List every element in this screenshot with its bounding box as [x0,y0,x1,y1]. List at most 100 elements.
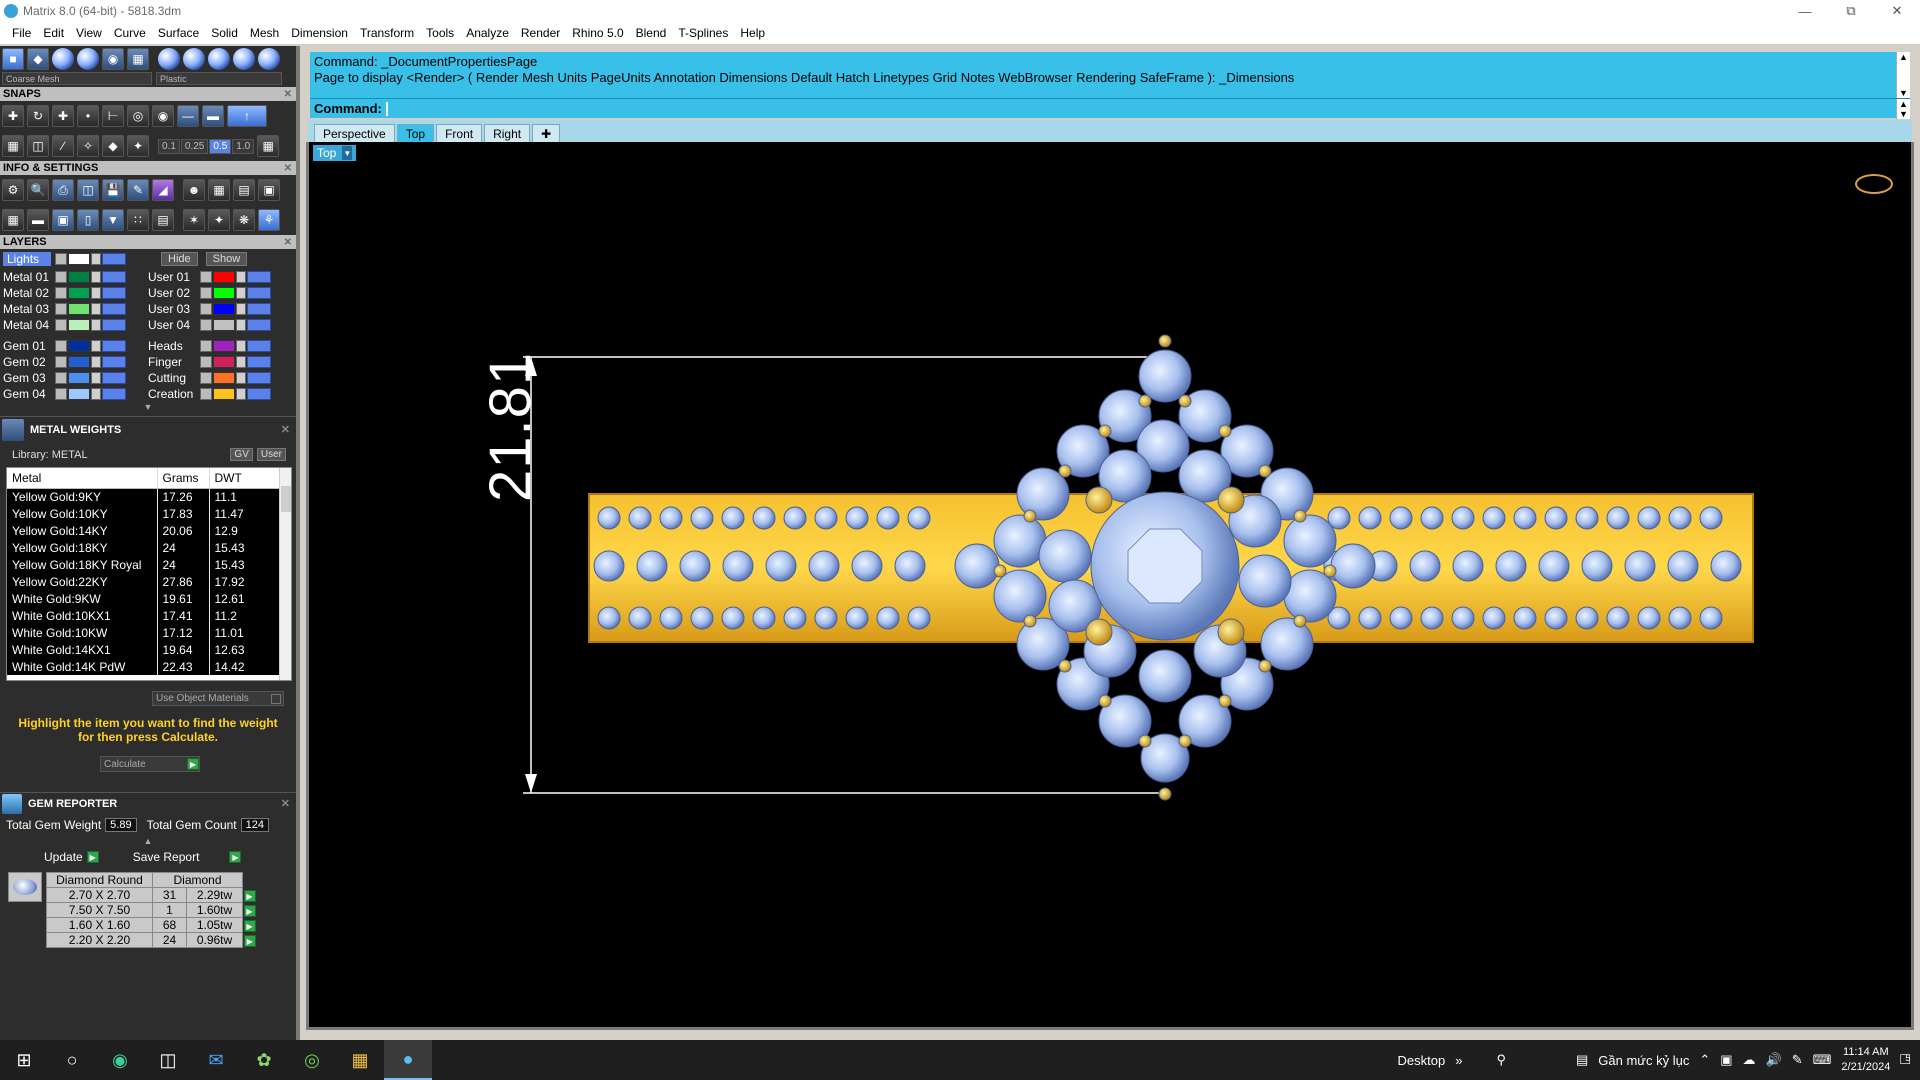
table-row[interactable]: White Gold:14K PdW 22.43 14.42 [7,658,281,675]
sphere-icon[interactable] [158,48,180,70]
layer-color-swatch[interactable] [68,287,90,299]
store-icon[interactable]: ◫ [144,1040,192,1080]
lock-icon[interactable] [236,319,246,331]
keyboard-icon[interactable]: ⌨ [1813,1052,1832,1068]
sphere-icon[interactable] [233,48,255,70]
mail-icon[interactable]: ✉ [192,1040,240,1080]
network-icon[interactable]: ▣ [1720,1052,1732,1068]
rect-icon[interactable]: ▬ [27,209,49,231]
snap-end-icon[interactable]: ✚ [2,105,24,127]
lock-icon[interactable] [236,287,246,299]
app-icon[interactable]: ◎ [288,1040,336,1080]
play-icon[interactable]: ▶ [86,851,99,863]
layer-color-swatch[interactable] [213,271,235,283]
show-button[interactable]: Show [205,252,248,266]
visibility-icon[interactable] [102,372,126,384]
table-row[interactable]: White Gold:9KW 19.61 12.61 [7,590,281,607]
viewport-top[interactable]: Top ▼ 21.81 [306,142,1914,1030]
visibility-icon[interactable] [102,271,126,283]
table-row[interactable]: Yellow Gold:18KY Royal 24 15.43 [7,556,281,573]
cylinder-icon[interactable]: ▯ [77,209,99,231]
lock-icon[interactable] [236,372,246,384]
snap-planar-icon[interactable]: ▬ [202,105,224,127]
visibility-icon[interactable] [247,319,271,331]
vertex-snap-icon[interactable]: ◆ [102,135,124,157]
windows-start-icon[interactable]: ⊞ [0,1040,48,1080]
table-row[interactable]: Yellow Gold:9KY 17.26 11.1 [7,488,281,505]
cube-icon[interactable]: ◢ [152,179,174,201]
gem-reporter-icon[interactable]: ⚘ [258,209,280,231]
layer-snap-icon[interactable]: ◫ [27,135,49,157]
menu-view[interactable]: View [70,26,108,40]
chevron-up-icon[interactable]: ⌃ [1699,1052,1710,1068]
visibility-icon[interactable] [247,303,271,315]
filter-icon[interactable]: ▼ [102,209,124,231]
pen-icon[interactable]: ✎ [1792,1052,1803,1068]
fx-icon[interactable]: ✶ [183,209,205,231]
close-icon[interactable]: ✕ [284,237,296,248]
lock-icon[interactable] [91,388,101,400]
visibility-icon[interactable] [247,271,271,283]
snap-ortho-icon[interactable]: — [177,105,199,127]
snap-value[interactable]: 0.1 [158,138,180,154]
settings-icon[interactable]: ⚙ [2,179,24,201]
snap-quad-icon[interactable]: ◉ [152,105,174,127]
layer-color-swatch[interactable] [213,303,235,315]
close-icon[interactable]: ✕ [281,797,290,810]
layer-expand-icon[interactable] [55,319,67,331]
lock-icon[interactable] [236,340,246,352]
lock-icon[interactable] [236,271,246,283]
layer-color-swatch[interactable] [68,253,90,265]
pave-icon[interactable]: ❋ [233,209,255,231]
properties-icon[interactable]: ◫ [77,179,99,201]
snap-value[interactable]: 1.0 [232,138,255,154]
lock-icon[interactable] [91,356,101,368]
layer-expand-icon[interactable] [200,340,212,352]
lock-icon[interactable] [236,388,246,400]
chevron-right-icon[interactable]: » [1455,1053,1462,1068]
material-sphere-icon[interactable] [77,48,99,70]
visibility-icon[interactable] [247,388,271,400]
table-row[interactable]: 2.70 X 2.70 31 2.29tw ▶ [46,887,257,903]
visibility-icon[interactable] [102,388,126,400]
lock-icon[interactable] [91,340,101,352]
layer-expand-icon[interactable] [55,340,67,352]
layer-expand-icon[interactable] [200,287,212,299]
app-icon[interactable]: ✿ [240,1040,288,1080]
layer-expand-icon[interactable] [55,303,67,315]
snap-value[interactable]: 0.5 [209,138,232,154]
person-icon[interactable]: ☻ [183,179,205,201]
weather-icon[interactable]: ▤ [1576,1052,1588,1068]
lock-icon[interactable] [91,319,101,331]
layer-expand-icon[interactable] [200,303,212,315]
search-icon[interactable]: ○ [48,1040,96,1080]
lock-icon[interactable] [236,356,246,368]
menu-solid[interactable]: Solid [205,26,244,40]
sphere-icon[interactable] [183,48,205,70]
layer-color-swatch[interactable] [68,319,90,331]
material-sphere-icon[interactable] [52,48,74,70]
tab-front[interactable]: Front [436,124,483,142]
visibility-icon[interactable] [102,253,126,265]
render-mode-icon[interactable]: ◆ [27,48,49,70]
layer-color-swatch[interactable] [213,287,235,299]
menu-dimension[interactable]: Dimension [285,26,354,40]
visibility-icon[interactable] [247,356,271,368]
menu-blend[interactable]: Blend [630,26,673,40]
visibility-icon[interactable] [247,340,271,352]
play-icon[interactable]: ▶ [243,920,256,933]
layer-color-swatch[interactable] [68,340,90,352]
zoom-icon[interactable]: 🔍 [27,179,49,201]
sphere-icon[interactable] [258,48,280,70]
visibility-icon[interactable] [102,303,126,315]
lock-icon[interactable] [91,271,101,283]
command-input[interactable] [385,101,388,116]
menu-tools[interactable]: Tools [420,26,460,40]
palette-icon[interactable]: ▣ [258,179,280,201]
column-header[interactable]: DWT [209,468,281,489]
snap-value[interactable]: 0.25 [180,138,209,154]
table-row[interactable]: 2.20 X 2.20 24 0.96tw ▶ [46,932,257,948]
minimize-icon[interactable]: — [1782,0,1828,22]
chevron-up-icon[interactable]: ▲ [0,836,296,846]
volume-icon[interactable]: 🔊 [1766,1052,1782,1068]
